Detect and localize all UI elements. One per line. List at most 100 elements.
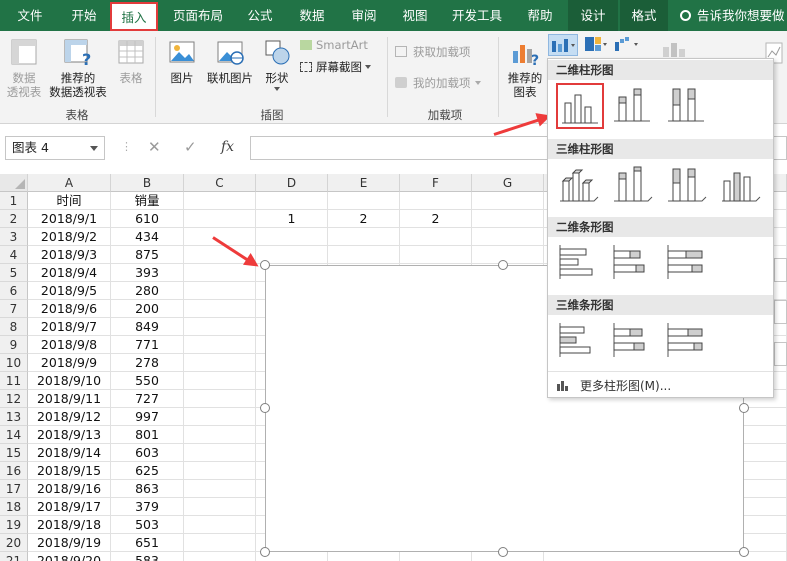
grid-cell[interactable]: 583 bbox=[111, 552, 184, 561]
chart-filters-button[interactable] bbox=[774, 342, 787, 366]
grid-cell[interactable]: 379 bbox=[111, 498, 184, 516]
stacked-bar-option[interactable] bbox=[610, 241, 658, 287]
grid-cell[interactable] bbox=[184, 498, 256, 516]
column-header-d[interactable]: D bbox=[256, 174, 328, 192]
column-header-g[interactable]: G bbox=[472, 174, 544, 192]
3d-stacked-column-option[interactable] bbox=[610, 163, 658, 209]
row-header[interactable]: 11 bbox=[0, 372, 28, 390]
name-box[interactable]: 图表 4 bbox=[5, 136, 105, 160]
shapes-button[interactable]: 形状 bbox=[259, 37, 295, 101]
grid-cell[interactable]: 434 bbox=[111, 228, 184, 246]
row-header[interactable]: 1 bbox=[0, 192, 28, 210]
grid-cell[interactable] bbox=[544, 552, 787, 561]
grid-cell[interactable] bbox=[184, 462, 256, 480]
grid-cell[interactable]: 2018/9/1 bbox=[28, 210, 111, 228]
clustered-bar-option[interactable] bbox=[556, 241, 604, 287]
more-column-charts-item[interactable]: 更多柱形图(M)... bbox=[548, 371, 773, 399]
table-button[interactable]: 表格 bbox=[113, 37, 149, 101]
tab-view[interactable]: 视图 bbox=[395, 0, 435, 31]
grid-cell[interactable] bbox=[184, 534, 256, 552]
row-header[interactable]: 5 bbox=[0, 264, 28, 282]
pivot-table-button[interactable]: 数据 透视表 bbox=[3, 37, 45, 101]
grid-cell[interactable]: 2 bbox=[328, 210, 400, 228]
row-header[interactable]: 14 bbox=[0, 426, 28, 444]
column-chart-dropdown[interactable] bbox=[548, 34, 578, 56]
grid-cell[interactable]: 550 bbox=[111, 372, 184, 390]
grid-cell[interactable]: 2 bbox=[400, 210, 472, 228]
grid-cell[interactable] bbox=[184, 210, 256, 228]
grid-cell[interactable]: 2018/9/19 bbox=[28, 534, 111, 552]
grid-cell[interactable]: 651 bbox=[111, 534, 184, 552]
online-pictures-button[interactable]: 联机图片 bbox=[203, 37, 257, 101]
row-header[interactable]: 15 bbox=[0, 444, 28, 462]
row-header[interactable]: 13 bbox=[0, 408, 28, 426]
grid-cell[interactable]: 2018/9/2 bbox=[28, 228, 111, 246]
chart-elements-button[interactable] bbox=[774, 258, 787, 282]
grid-cell[interactable]: 2018/9/15 bbox=[28, 462, 111, 480]
tab-formulas[interactable]: 公式 bbox=[240, 0, 280, 31]
chart-styles-button[interactable] bbox=[774, 300, 787, 324]
grid-cell[interactable]: 2018/9/18 bbox=[28, 516, 111, 534]
grid-cell[interactable] bbox=[400, 228, 472, 246]
tab-developer[interactable]: 开发工具 bbox=[445, 0, 509, 31]
row-header[interactable]: 4 bbox=[0, 246, 28, 264]
grid-cell[interactable] bbox=[400, 246, 472, 264]
grid-cell[interactable] bbox=[184, 408, 256, 426]
tab-home[interactable]: 开始 bbox=[60, 0, 108, 31]
3d-stacked-bar-option[interactable] bbox=[610, 319, 658, 365]
grid-cell[interactable] bbox=[184, 372, 256, 390]
row-header[interactable]: 7 bbox=[0, 300, 28, 318]
grid-cell[interactable]: 393 bbox=[111, 264, 184, 282]
enter-icon[interactable]: ✓ bbox=[184, 138, 197, 156]
row-header[interactable]: 18 bbox=[0, 498, 28, 516]
column-header-e[interactable]: E bbox=[328, 174, 400, 192]
3d-clustered-bar-option[interactable] bbox=[556, 319, 604, 365]
grid-cell[interactable] bbox=[184, 426, 256, 444]
grid-cell[interactable]: 801 bbox=[111, 426, 184, 444]
grid-cell[interactable] bbox=[184, 336, 256, 354]
row-header[interactable]: 6 bbox=[0, 282, 28, 300]
recommended-charts-button[interactable]: ? 推荐的 图表 bbox=[503, 37, 547, 101]
my-addins-button[interactable]: 我的加载项 bbox=[395, 76, 495, 92]
tab-review[interactable]: 审阅 bbox=[344, 0, 384, 31]
grid-cell[interactable] bbox=[184, 282, 256, 300]
grid-cell[interactable]: 1 bbox=[256, 210, 328, 228]
grid-cell[interactable]: 503 bbox=[111, 516, 184, 534]
grid-cell[interactable]: 2018/9/11 bbox=[28, 390, 111, 408]
resize-handle[interactable] bbox=[739, 547, 749, 557]
3d-100-stacked-column-option[interactable] bbox=[664, 163, 712, 209]
grid-cell[interactable]: 997 bbox=[111, 408, 184, 426]
tab-format[interactable]: 格式 bbox=[620, 0, 668, 31]
grid-cell[interactable] bbox=[184, 516, 256, 534]
grid-cell[interactable]: 2018/9/6 bbox=[28, 300, 111, 318]
3d-column-option[interactable] bbox=[718, 163, 766, 209]
grid-cell[interactable] bbox=[184, 390, 256, 408]
grid-cell[interactable] bbox=[184, 354, 256, 372]
column-header-c[interactable]: C bbox=[184, 174, 256, 192]
recommended-pivot-button[interactable]: ? 推荐的 数据透视表 bbox=[45, 37, 111, 101]
grid-cell[interactable]: 2018/9/8 bbox=[28, 336, 111, 354]
column-header-a[interactable]: A bbox=[28, 174, 111, 192]
grid-cell[interactable]: 2018/9/5 bbox=[28, 282, 111, 300]
row-header[interactable]: 19 bbox=[0, 516, 28, 534]
grid-cell[interactable] bbox=[472, 210, 544, 228]
grid-cell[interactable]: 200 bbox=[111, 300, 184, 318]
grid-cell[interactable] bbox=[472, 192, 544, 210]
grid-cell[interactable]: 280 bbox=[111, 282, 184, 300]
column-header-b[interactable]: B bbox=[111, 174, 184, 192]
grid-cell[interactable]: 771 bbox=[111, 336, 184, 354]
grid-cell[interactable] bbox=[184, 300, 256, 318]
grid-cell[interactable]: 849 bbox=[111, 318, 184, 336]
grid-cell[interactable]: 875 bbox=[111, 246, 184, 264]
grid-cell[interactable]: 610 bbox=[111, 210, 184, 228]
column-header-f[interactable]: F bbox=[400, 174, 472, 192]
resize-handle[interactable] bbox=[260, 403, 270, 413]
grid-cell[interactable] bbox=[328, 552, 400, 561]
tab-design[interactable]: 设计 bbox=[568, 0, 618, 31]
row-header[interactable]: 17 bbox=[0, 480, 28, 498]
grid-cell[interactable]: 625 bbox=[111, 462, 184, 480]
tell-me-search[interactable]: 告诉我你想要做 bbox=[680, 0, 785, 31]
grid-cell[interactable] bbox=[184, 318, 256, 336]
grid-cell[interactable]: 2018/9/13 bbox=[28, 426, 111, 444]
grid-cell[interactable] bbox=[400, 192, 472, 210]
